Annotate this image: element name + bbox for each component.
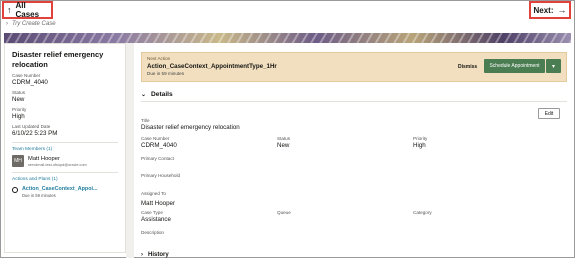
next-button[interactable]: Next: → (529, 1, 571, 19)
all-cases-label: All Cases (15, 1, 40, 19)
main-content: Next Action Action_CaseContext_Appointme… (134, 43, 571, 258)
category-label: Category (413, 210, 432, 215)
schedule-dropdown-button[interactable]: ▾ (546, 59, 561, 73)
last-updated-value: 6/10/22 5:23 PM (12, 130, 58, 137)
last-updated-label: Last Updated Date (12, 124, 51, 129)
case-summary-panel: Disaster relief emergency relocation Cas… (4, 43, 126, 253)
history-section-toggle[interactable]: › History (141, 252, 169, 258)
status-label: Status (12, 90, 26, 95)
chevron-right-icon: › (141, 252, 143, 258)
description-field: Description (141, 230, 164, 235)
title-field: Title Disaster relief emergency relocati… (141, 118, 240, 131)
up-arrow-icon: ↑ (7, 5, 12, 15)
try-create-case-label: Try Create Case (12, 21, 56, 27)
chevron-down-icon: ⌄ (141, 92, 147, 98)
member-email: servdmail-test-ofsopd@oracle.com (28, 162, 87, 167)
divider (12, 142, 118, 143)
priority-label: Priority (12, 107, 27, 112)
history-header: History (148, 252, 169, 258)
case-type-label: Case Type (141, 210, 163, 215)
avatar: MH (12, 155, 24, 167)
chevron-right-icon: › (6, 21, 8, 27)
priority-value: High (12, 113, 25, 120)
team-member[interactable]: MH Matt Hooper servdmail-test-ofsopd@ora… (12, 155, 118, 167)
assigned-to-value: Matt Hooper (141, 200, 176, 207)
primary-household-label: Primary Household (141, 173, 181, 178)
next-action-due: Due in 59 minutes (147, 71, 185, 76)
details-header: Details (151, 91, 173, 98)
panel-gutter (126, 43, 134, 258)
title-value: Disaster relief emergency relocation (141, 124, 240, 131)
next-label: Next: (533, 5, 554, 15)
case-type-value: Assistance (141, 216, 171, 223)
assigned-to-label: Assigned To (141, 191, 166, 196)
case-number-label: Case Number (12, 73, 41, 78)
action-item[interactable]: Action_CaseContext_Appoi... Due in 59 mi… (12, 186, 118, 198)
description-label: Description (141, 230, 164, 235)
case-number-value: CDRM_4040 (12, 79, 48, 86)
team-members-link[interactable]: Team Members (1) (12, 147, 118, 152)
next-action-label: Next Action (147, 56, 171, 61)
status-value: New (277, 142, 290, 149)
primary-contact-field: Primary Contact (141, 156, 174, 161)
actions-plans-link[interactable]: Actions and Plans (1) (12, 177, 118, 182)
category-field: Category (413, 210, 432, 215)
status-label: Status (277, 136, 291, 141)
case-number-field: Case Number CDRM_4040 (141, 136, 177, 149)
status-circle-icon (12, 187, 18, 193)
right-arrow-icon: → (557, 5, 567, 15)
priority-field: Priority High (413, 136, 427, 149)
divider (141, 101, 567, 102)
queue-label: Queue (277, 210, 291, 215)
case-type-field: Case Type Assistance (141, 210, 171, 223)
case-title: Disaster relief emergency relocation (12, 50, 104, 69)
edit-button[interactable]: Edit (538, 108, 560, 119)
schedule-appointment-button[interactable]: Schedule Appointment (484, 59, 545, 73)
decorative-banner (4, 33, 571, 43)
assigned-to-field: Assigned To Matt Hooper (141, 191, 175, 207)
primary-household-field: Primary Household (141, 173, 180, 178)
status-value: New (12, 96, 25, 103)
try-create-case-link[interactable]: › Try Create Case (6, 21, 56, 27)
case-number-label: Case Number (141, 136, 170, 141)
next-action-card: Next Action Action_CaseContext_Appointme… (141, 52, 567, 82)
priority-label: Priority (413, 136, 428, 141)
dismiss-button[interactable]: Dismiss (458, 64, 477, 70)
queue-field: Queue (277, 210, 291, 215)
top-bar: ↑ All Cases Next: → (0, 0, 575, 22)
case-number-value: CDRM_4040 (141, 142, 177, 149)
status-field: Status New (277, 136, 290, 149)
member-name: Matt Hooper (28, 155, 60, 162)
next-action-title: Action_CaseContext_AppointmentType_1Hr (147, 63, 277, 70)
action-name-link[interactable]: Action_CaseContext_Appoi... (22, 186, 97, 192)
title-label: Title (141, 118, 150, 123)
caret-down-icon: ▾ (551, 63, 555, 70)
all-cases-button[interactable]: ↑ All Cases (2, 1, 53, 19)
priority-value: High (413, 142, 426, 149)
action-due: Due in 59 minutes (22, 193, 56, 198)
primary-contact-label: Primary Contact (141, 156, 174, 161)
details-section-toggle[interactable]: ⌄ Details (141, 91, 173, 98)
divider (12, 172, 118, 173)
